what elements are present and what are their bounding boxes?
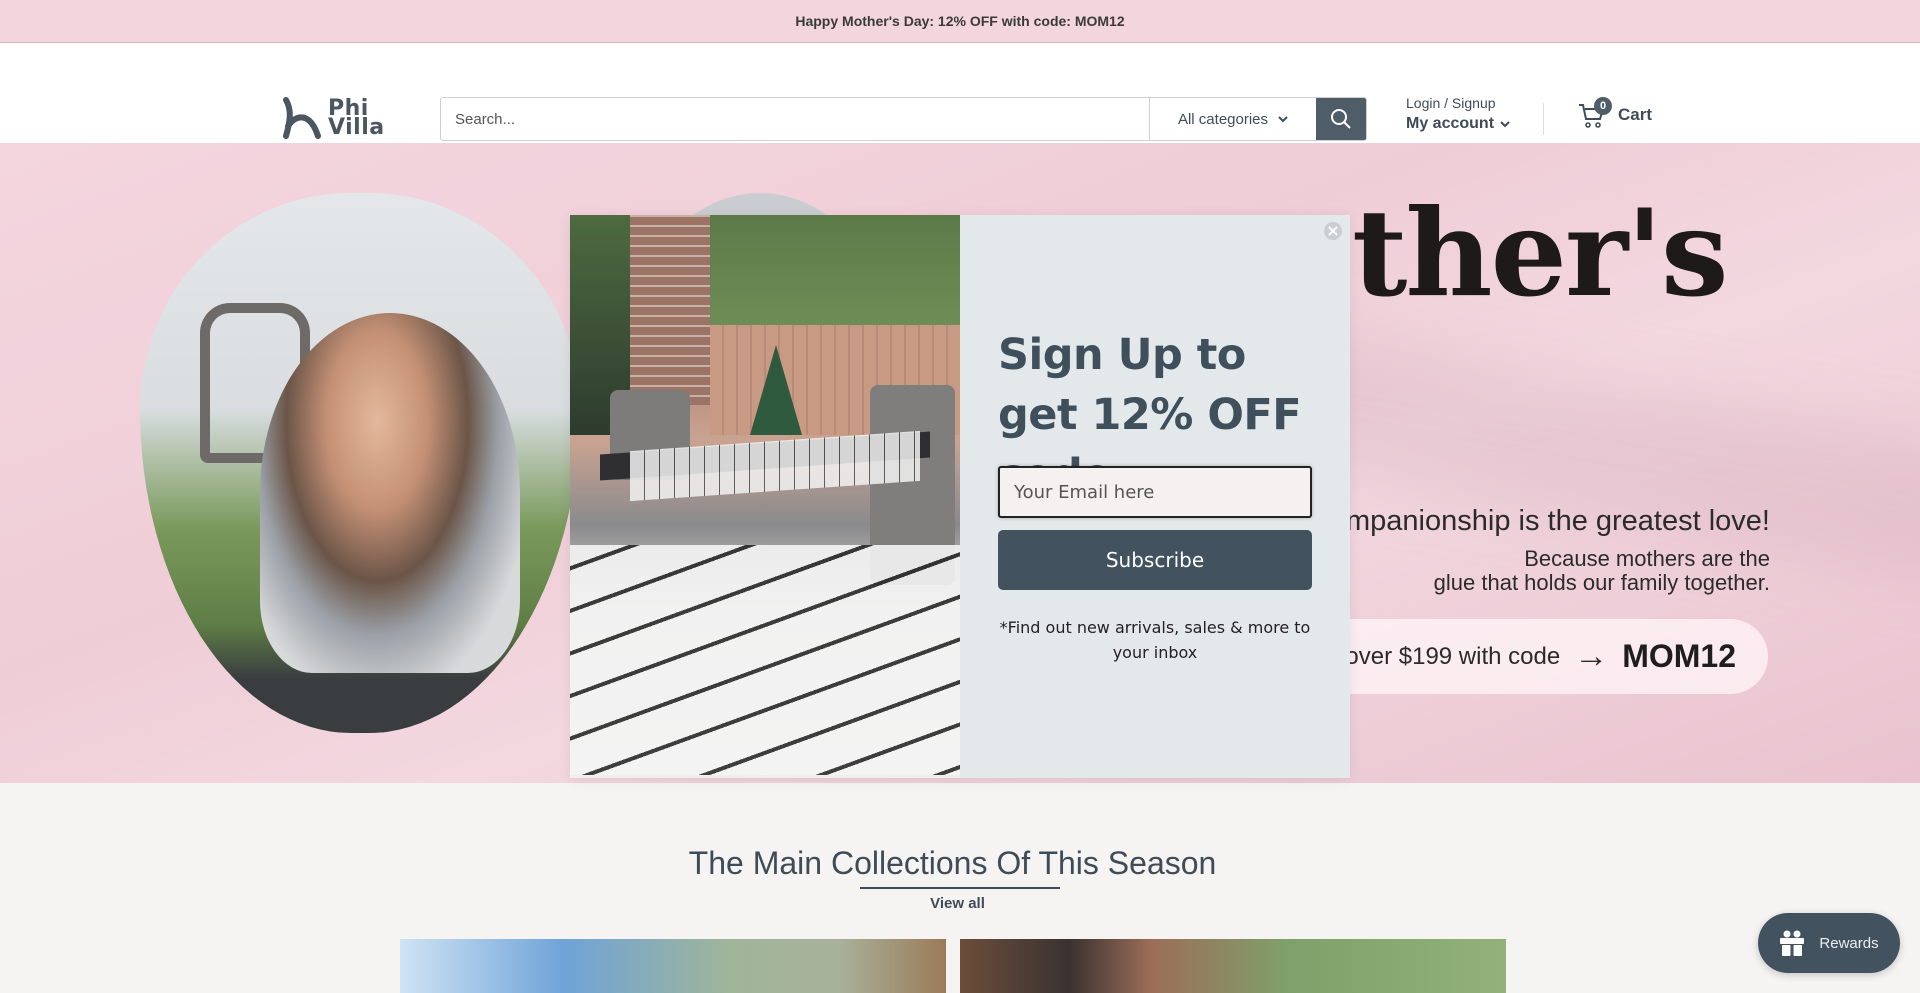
search-input[interactable] — [441, 98, 1149, 140]
header-divider — [1543, 103, 1544, 135]
logo-mark-icon — [283, 97, 321, 139]
gift-icon — [1780, 930, 1805, 956]
popup-form: Sign Up to get 12% OFF code Subscribe *F… — [960, 215, 1350, 778]
decor-tree-shape — [750, 345, 802, 435]
hero-pill-code: MOM12 — [1622, 638, 1736, 674]
hero-subtagline: Because mothers are the glue that holds … — [1434, 547, 1770, 595]
popup-note: *Find out new arrivals, sales & more to … — [999, 618, 1311, 662]
my-account-dropdown[interactable]: My account — [1406, 115, 1510, 133]
rewards-label: Rewards — [1819, 934, 1879, 952]
hero-tagline: ompanionship is the greatest love! — [1329, 505, 1770, 537]
announcement-bar: Happy Mother's Day: 12% OFF with code: M… — [0, 0, 1920, 43]
cart-label: Cart — [1618, 105, 1653, 124]
collection-card[interactable] — [400, 939, 946, 993]
cart-count-badge: 0 — [1594, 97, 1612, 115]
collection-card[interactable] — [960, 939, 1506, 993]
category-select[interactable]: All categories — [1149, 98, 1316, 140]
email-field[interactable] — [998, 466, 1312, 518]
logo-line2: Villa — [328, 115, 385, 140]
popup-image — [570, 215, 960, 778]
family-figure-shape — [260, 313, 520, 673]
hero-pill-text: over $199 with code — [1345, 642, 1561, 670]
search-icon — [1331, 109, 1351, 129]
close-icon — [1328, 226, 1338, 236]
collections-title: The Main Collections Of This Season — [688, 845, 1217, 881]
collections-title-underline — [860, 887, 1060, 889]
account-menu[interactable]: Login / Signup My account — [1406, 95, 1510, 133]
chevron-down-icon — [1278, 115, 1288, 122]
logo-text: Phi Villa — [328, 98, 385, 140]
search-button[interactable] — [1316, 98, 1366, 140]
view-all-link[interactable]: View all — [0, 895, 1915, 912]
popup-close-button[interactable] — [1324, 222, 1342, 240]
site-header: Phi Villa All categories Login / Signup … — [0, 43, 1920, 174]
arrow-right-icon: → — [1574, 637, 1609, 675]
announcement-text: Happy Mother's Day: 12% OFF with code: M… — [795, 13, 1125, 29]
login-signup-link[interactable]: Login / Signup — [1406, 95, 1510, 111]
rug-shape — [570, 545, 960, 775]
signup-popup: Sign Up to get 12% OFF code Subscribe *F… — [570, 215, 1350, 778]
hero-photo-family — [140, 193, 580, 733]
category-select-value: All categories — [1177, 110, 1269, 128]
logo[interactable]: Phi Villa — [280, 95, 390, 141]
brick-wall-shape — [630, 215, 710, 405]
hero-title: ther's — [1352, 183, 1729, 324]
search-bar: All categories — [440, 97, 1367, 141]
cart-button[interactable]: 0 Cart — [1578, 97, 1653, 129]
hero-subtagline-line2: glue that holds our family together. — [1433, 570, 1770, 595]
rewards-button[interactable]: Rewards — [1758, 913, 1900, 973]
hero-subtagline-line1: Because mothers are the — [1524, 546, 1770, 571]
subscribe-button[interactable]: Subscribe — [998, 530, 1312, 590]
my-account-label: My account — [1406, 115, 1495, 132]
chevron-down-icon — [1500, 120, 1510, 127]
